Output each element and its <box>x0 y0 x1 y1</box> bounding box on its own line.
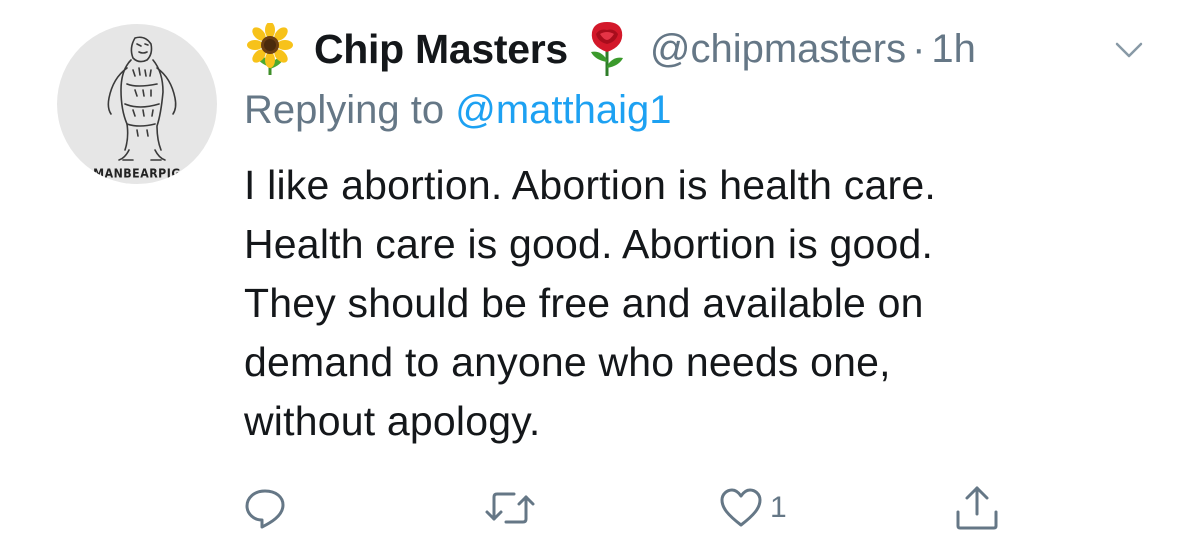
tweet-line: without apology. <box>244 398 541 444</box>
retweet-button[interactable] <box>484 480 536 536</box>
timestamp[interactable]: 1h <box>931 27 976 72</box>
tweet-line: I like abortion. Abortion is health care… <box>244 162 936 208</box>
avatar-caption: MANBEARPIG <box>93 166 181 181</box>
tweet-text: I like abortion. Abortion is health care… <box>244 156 1144 451</box>
like-count: 1 <box>770 491 787 524</box>
share-icon <box>956 486 998 530</box>
sunflower-icon <box>246 23 294 75</box>
separator-dot: · <box>912 26 926 71</box>
tweet-header: Chip Masters @chipmasters · 1h <box>246 18 976 80</box>
tweet-line: They should be free and available on <box>244 280 924 326</box>
author-name[interactable]: Chip Masters <box>314 26 568 73</box>
tweet: MANBEARPIG Chip Masters @chipmasters · 1… <box>0 0 1200 557</box>
tweet-line: Health care is good. Abortion is good. <box>244 221 934 267</box>
replying-to-label: Replying to <box>244 88 445 132</box>
chevron-down-icon[interactable] <box>1114 40 1144 60</box>
reply-icon <box>245 489 285 529</box>
reply-target-link[interactable]: @matthaig1 <box>455 88 671 132</box>
retweet-icon <box>485 492 535 524</box>
like-button[interactable]: 1 <box>718 480 787 536</box>
tweet-actions: 1 <box>0 480 1200 540</box>
avatar[interactable]: MANBEARPIG <box>57 24 217 184</box>
manbearpig-sketch-icon <box>107 36 177 161</box>
reply-button[interactable] <box>240 480 290 536</box>
heart-icon <box>720 488 762 527</box>
share-button[interactable] <box>952 480 1002 536</box>
tweet-line: demand to anyone who needs one, <box>244 339 891 385</box>
replying-to: Replying to @matthaig1 <box>244 88 672 133</box>
rose-icon <box>586 22 628 76</box>
author-handle[interactable]: @chipmasters <box>650 27 906 72</box>
